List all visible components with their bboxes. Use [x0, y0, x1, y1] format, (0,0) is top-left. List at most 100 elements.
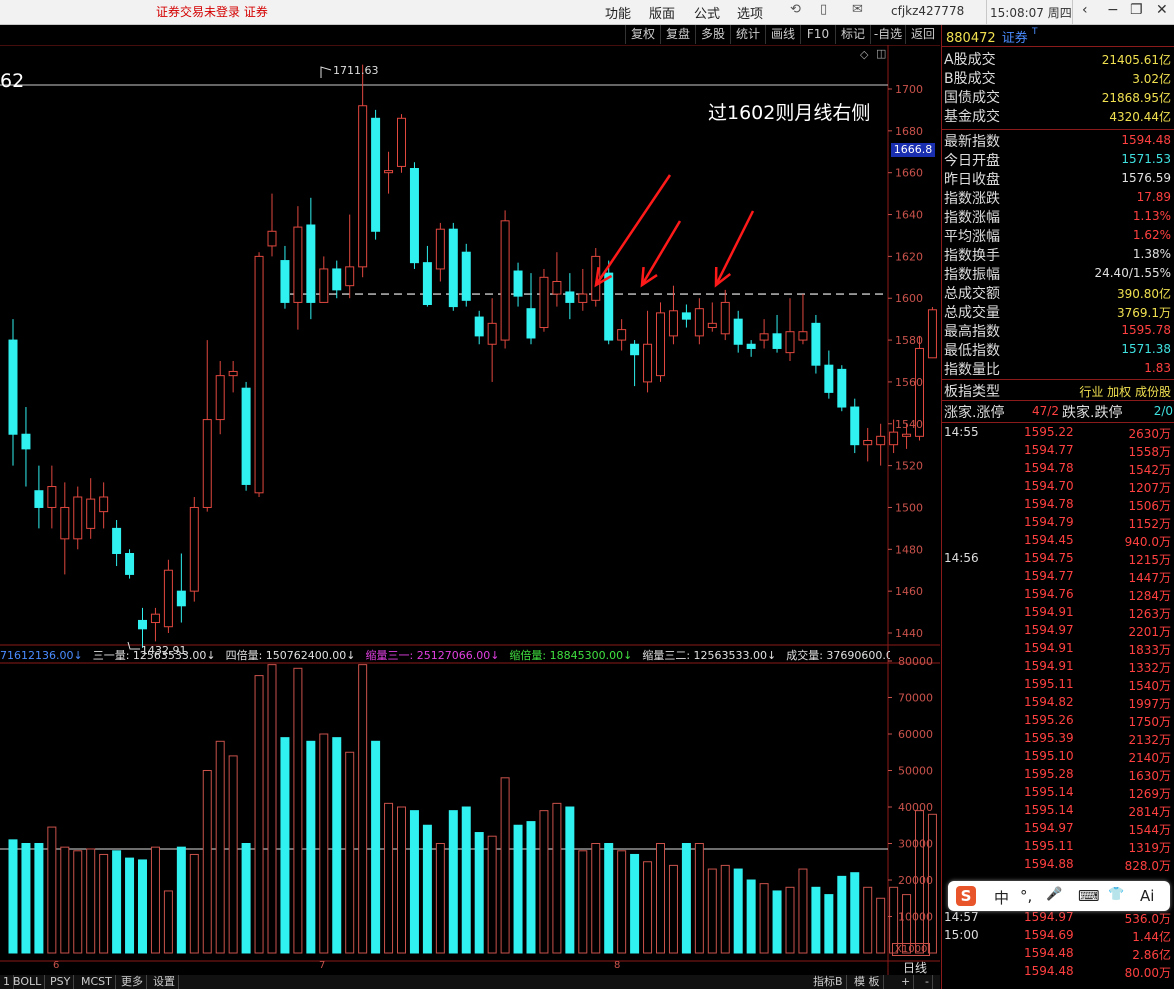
remove-watchlist-button[interactable]: -自选	[870, 25, 905, 44]
refresh-icon[interactable]: ⟲	[790, 2, 801, 17]
tab-mcst[interactable]: MCST	[78, 975, 116, 989]
price-tick-label: 1580	[895, 334, 923, 347]
zoom-in-button[interactable]: +	[898, 975, 915, 989]
phone-icon[interactable]: ▯	[820, 2, 827, 17]
divider	[942, 46, 1174, 47]
restore-rights-button[interactable]: 复权	[625, 25, 660, 44]
red-arrow	[594, 174, 672, 286]
price-tick-label: 1520	[895, 460, 923, 473]
zoom-out-button[interactable]: -	[922, 975, 933, 989]
candle-body	[681, 312, 691, 320]
price-tick-label: 1640	[895, 209, 923, 222]
volume-bar	[500, 777, 510, 954]
kline-chart-area[interactable]: 1700 1680 1660 1640 1620 1600 1580 1560 1540 1520…	[0, 45, 940, 989]
sector-type-row: 板指类型 行业 加权 成份股	[944, 381, 1173, 400]
info-marker-icon[interactable]: T	[1032, 27, 1038, 37]
tick-price: 1594.88	[1024, 857, 1074, 871]
candle-body	[448, 228, 458, 308]
volume-bar	[733, 868, 743, 954]
keyboard-icon[interactable]: ⌨	[1078, 887, 1100, 905]
tick-volume: 1.44亿	[1132, 930, 1171, 944]
index-stat-value: 3769.1万	[1117, 306, 1171, 320]
template-button[interactable]: 模 板	[851, 975, 884, 989]
ime-toolbar[interactable]: S 中 °, 🎤 ⌨ 👕 Ai	[948, 881, 1170, 911]
volume-bar	[474, 832, 484, 954]
menu-layout[interactable]: 版面	[649, 3, 675, 22]
date-mark-6: 6	[53, 960, 60, 971]
tab-psy[interactable]: PSY	[47, 975, 75, 989]
draw-line-button[interactable]: 画线	[765, 25, 800, 44]
menu-options[interactable]: 选项	[737, 3, 763, 22]
menu-function[interactable]: 功能	[605, 3, 631, 22]
candle-body	[902, 433, 912, 437]
price-tick-label: 1700	[895, 83, 923, 96]
menu-formula[interactable]: 公式	[694, 3, 720, 22]
ai-icon[interactable]: Ai	[1140, 887, 1154, 905]
tick-row: 1595.28 1630万	[942, 767, 1174, 785]
divider	[942, 379, 1174, 380]
replay-button[interactable]: 复盘	[660, 25, 695, 44]
candle-body	[759, 333, 769, 341]
date-mark-7: 7	[319, 960, 326, 971]
volume-bar	[163, 890, 173, 954]
tick-volume: 1997万	[1128, 697, 1171, 711]
tick-volume: 1544万	[1128, 823, 1171, 837]
diamond-icon[interactable]: ◇	[860, 48, 868, 61]
f10-button[interactable]: F10	[800, 25, 835, 44]
candle-body	[850, 406, 860, 446]
tab-settings[interactable]: 设置	[150, 975, 179, 989]
statistics-button[interactable]: 统计	[730, 25, 765, 44]
high-price-label: 1711.63	[333, 64, 379, 77]
kline-svg[interactable]: 1700 1680 1660 1640 1620 1600 1580 1560 1540 1520…	[0, 45, 940, 975]
volume-bar	[241, 843, 251, 954]
volume-bar	[384, 802, 394, 954]
date-mark-8: 8	[614, 960, 621, 971]
panel-toggle-icon[interactable]: ◫	[876, 47, 886, 60]
tab-boll[interactable]: BOLL	[10, 975, 46, 989]
mark-button[interactable]: 标记	[835, 25, 870, 44]
multi-stock-button[interactable]: 多股	[695, 25, 730, 44]
tab-more[interactable]: 更多	[118, 975, 147, 989]
volume-bar	[526, 821, 536, 954]
indicator-b-button[interactable]: 指标B	[810, 975, 847, 989]
volume-bar	[8, 839, 18, 954]
volume-bar	[215, 740, 225, 954]
sector-type-value[interactable]: 行业 加权 成份股	[1079, 383, 1171, 400]
turnover-row: A股成交 21405.61亿	[944, 49, 1173, 68]
login-warning[interactable]: 证券交易未登录 证券	[156, 3, 268, 20]
minimize-icon[interactable]: −	[1107, 2, 1119, 18]
sogou-logo-icon[interactable]: S	[956, 886, 976, 906]
security-header: 880472 证券 T	[946, 27, 1037, 46]
restore-icon[interactable]: ❐	[1130, 2, 1143, 18]
down-label: 跌家.跌停	[1062, 405, 1123, 421]
candle-body	[176, 590, 186, 607]
skin-icon[interactable]: 👕	[1108, 887, 1124, 902]
price-tick-label: 1560	[895, 376, 923, 389]
title-bar: 证券交易未登录 证券 功能 版面 公式 选项 ⟲ ▯ ✉ cfjkz427778…	[0, 0, 1174, 25]
ime-chinese-mode[interactable]: 中	[994, 887, 1009, 908]
candle-body	[47, 486, 57, 508]
turnover-row: 基金成交 4320.44亿	[944, 106, 1173, 125]
volume-bar	[409, 810, 419, 954]
close-icon[interactable]: ✕	[1156, 2, 1168, 18]
ime-punctuation-icon[interactable]: °,	[1020, 887, 1032, 905]
volume-indicator-item: 成交量: 37690600.00↓	[786, 649, 890, 661]
tick-row: 1595.11 1540万	[942, 677, 1174, 695]
candle-body	[604, 272, 614, 341]
volume-indicator-item: 71612136.00↓	[0, 649, 83, 661]
tick-row: 1595.26 1750万	[942, 713, 1174, 731]
candle-body	[150, 613, 160, 624]
candle-body	[733, 318, 743, 345]
back-icon[interactable]: ‹	[1082, 2, 1088, 18]
microphone-icon[interactable]: 🎤	[1046, 887, 1062, 902]
candle-body	[422, 262, 432, 306]
mail-icon[interactable]: ✉	[852, 2, 863, 17]
price-tick-label: 1500	[895, 501, 923, 514]
candle-body	[565, 291, 575, 303]
return-button[interactable]: 返回	[905, 25, 940, 44]
volume-bar	[513, 824, 523, 954]
period-label[interactable]: 日线	[903, 959, 927, 976]
tick-row: 14:56 1594.75 1215万	[942, 551, 1174, 569]
candle-body	[241, 387, 251, 485]
candle-body	[889, 431, 899, 446]
